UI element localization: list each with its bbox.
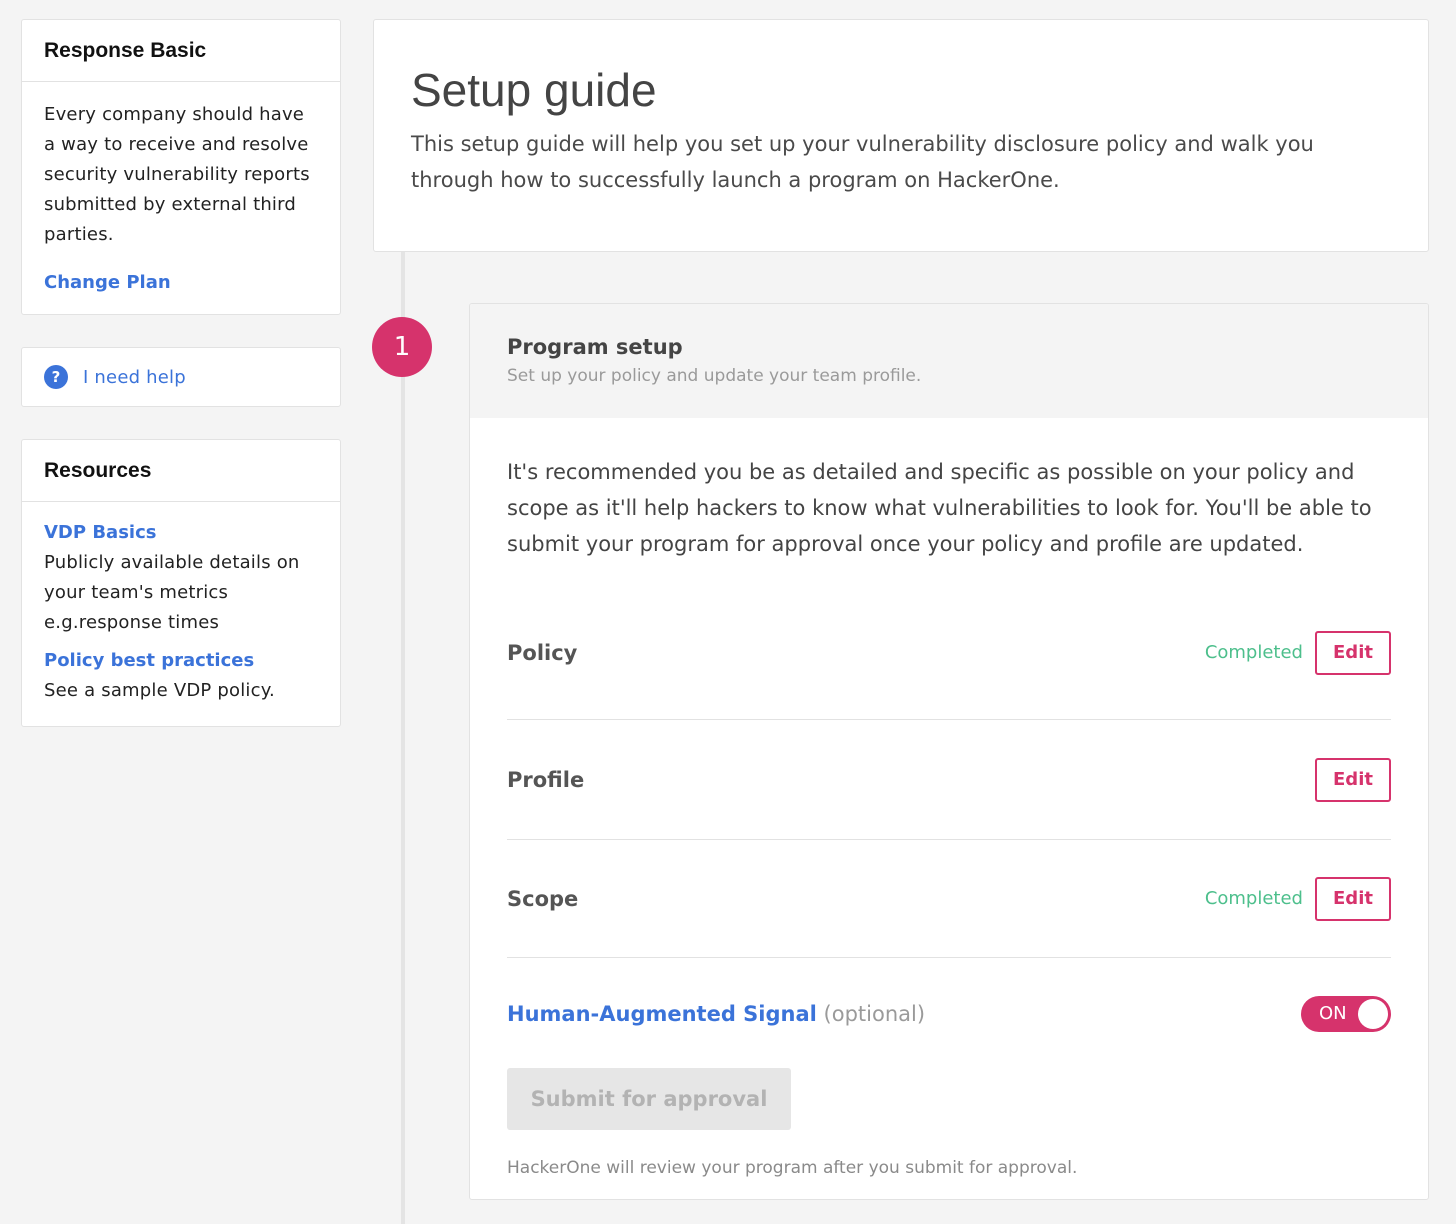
- resource-description: See a sample VDP policy.: [44, 680, 275, 701]
- toggle-label: ON: [1319, 1003, 1347, 1024]
- task-name: Profile: [507, 767, 585, 792]
- step-header: Program setup Set up your policy and upd…: [470, 304, 1428, 418]
- plan-card: Response Basic Every company should have…: [21, 19, 341, 315]
- signal-toggle[interactable]: ON: [1301, 996, 1391, 1032]
- task-status-completed: Completed: [1204, 888, 1303, 909]
- optional-label: (optional): [823, 1002, 926, 1026]
- task-row-policy: Policy Completed Edit: [507, 600, 1391, 720]
- approval-footnote: HackerOne will review your program after…: [507, 1158, 1078, 1178]
- resources-card: Resources VDP Basics Publicly available …: [21, 439, 341, 727]
- need-help-label: I need help: [83, 366, 186, 388]
- edit-policy-button[interactable]: Edit: [1315, 630, 1391, 675]
- plan-description: Every company should have a way to recei…: [44, 104, 310, 245]
- question-circle-icon: ?: [44, 365, 68, 389]
- program-setup-card: Program setup Set up your policy and upd…: [469, 303, 1429, 1200]
- task-row-profile: Profile Edit: [507, 720, 1391, 840]
- step-title: Program setup: [507, 335, 683, 359]
- need-help-button[interactable]: ? I need help: [21, 347, 341, 407]
- vdp-basics-link[interactable]: VDP Basics: [44, 518, 318, 548]
- submit-for-approval-button[interactable]: Submit for approval: [507, 1068, 791, 1130]
- signal-row: Human-Augmented Signal (optional) ON: [507, 958, 1391, 1070]
- toggle-knob: [1358, 999, 1388, 1029]
- resources-title: Resources: [22, 440, 340, 502]
- task-list: Policy Completed Edit Profile Edit Scope: [507, 600, 1391, 958]
- task-status-completed: Completed: [1204, 642, 1303, 663]
- step-description: It's recommended you be as detailed and …: [507, 460, 1372, 556]
- resource-item: VDP Basics Publicly available details on…: [44, 518, 318, 638]
- resource-item: Policy best practices See a sample VDP p…: [44, 646, 318, 706]
- page: Response Basic Every company should have…: [0, 0, 1456, 1224]
- plan-title: Response Basic: [22, 20, 340, 82]
- page-intro: This setup guide will help you set up yo…: [411, 132, 1314, 192]
- task-name: Policy: [507, 640, 578, 665]
- page-title: Setup guide: [411, 64, 657, 116]
- task-name: Scope: [507, 886, 579, 911]
- step-number-badge: 1: [372, 317, 432, 377]
- human-augmented-signal-link[interactable]: Human-Augmented Signal: [507, 1002, 817, 1026]
- task-row-scope: Scope Completed Edit: [507, 840, 1391, 958]
- edit-profile-button[interactable]: Edit: [1315, 757, 1391, 802]
- step-subtitle: Set up your policy and update your team …: [507, 366, 922, 386]
- edit-scope-button[interactable]: Edit: [1315, 876, 1391, 921]
- timeline-line: [401, 252, 405, 1224]
- setup-guide-header: Setup guide This setup guide will help y…: [373, 19, 1429, 252]
- change-plan-link[interactable]: Change Plan: [44, 272, 318, 293]
- policy-best-practices-link[interactable]: Policy best practices: [44, 646, 318, 676]
- resource-description: Publicly available details on your team'…: [44, 552, 300, 633]
